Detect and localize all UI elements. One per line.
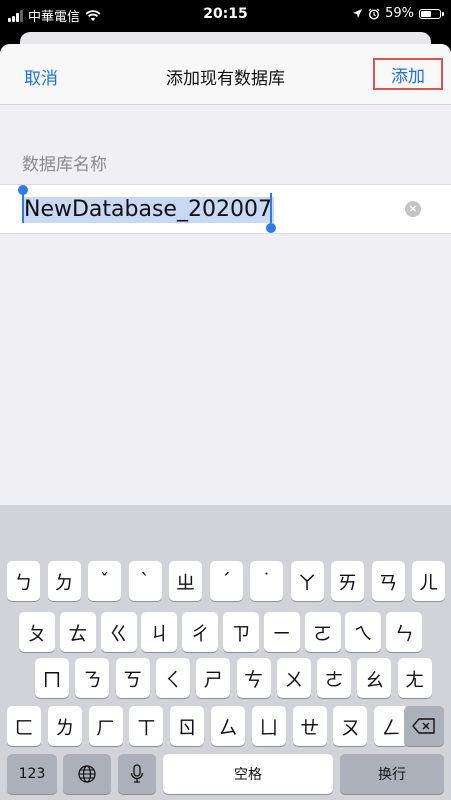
key-row4-3[interactable]: ㄏ: [88, 706, 123, 746]
status-right: 59%: [352, 6, 444, 21]
key-row1-1[interactable]: ㄅ: [7, 561, 40, 601]
add-button-label: 添加: [391, 66, 425, 87]
key-row3-7[interactable]: ㄨ: [276, 658, 311, 698]
key-row2-9[interactable]: ㄟ: [345, 612, 382, 652]
key-row1-11[interactable]: ㄦ: [412, 561, 445, 601]
key-row1-6[interactable]: ˊ: [209, 561, 243, 601]
space-key[interactable]: 空格: [163, 754, 333, 794]
keyboard-row-1: ㄅㄉ ˇ ˋ ㄓ ˊ ˙ ㄚㄞㄢㄦ: [0, 561, 451, 603]
selection-start-bar: [22, 193, 24, 223]
battery-icon: [419, 8, 444, 19]
status-bar: 中華電信 20:15 59%: [0, 0, 451, 30]
key-row1-9[interactable]: ㄞ: [331, 561, 364, 601]
microphone-icon[interactable]: [118, 754, 156, 794]
key-row1-3[interactable]: ˇ: [88, 561, 121, 601]
key-row4-1[interactable]: ㄈ: [7, 706, 41, 746]
keyboard-row-4: ㄈㄌㄏㄒㄖㄙㄩㄝㄡㄥ: [0, 706, 451, 748]
key-row3-1[interactable]: ㄇ: [35, 658, 69, 698]
key-row4-6[interactable]: ㄙ: [211, 706, 245, 746]
key-row1-4[interactable]: ˋ: [128, 561, 162, 601]
key-row4-4[interactable]: ㄒ: [129, 706, 164, 746]
key-row3-5[interactable]: ㄕ: [196, 658, 231, 698]
key-row3-4[interactable]: ㄑ: [155, 658, 190, 698]
alarm-icon: [368, 7, 380, 20]
clear-x-icon[interactable]: ×: [405, 201, 421, 217]
key-row3-2[interactable]: ㄋ: [75, 658, 110, 698]
key-row2-8[interactable]: ㄛ: [304, 612, 341, 652]
key-row2-4[interactable]: ㄐ: [141, 612, 178, 652]
key-row3-8[interactable]: ㄜ: [317, 658, 352, 698]
zhuyin-keyboard: ㄅㄉ ˇ ˋ ㄓ ˊ ˙ ㄚㄞㄢㄦ ㄆㄊㄍㄐㄔㄗㄧㄛㄟㄣ ㄇㄋㄎㄑㄕㄘㄨㄜㄠㄤ ㄈㄌㄏㄒㄖㄙ…: [0, 505, 451, 800]
key-row4-9[interactable]: ㄡ: [333, 706, 368, 746]
key-row4-2[interactable]: ㄌ: [47, 706, 82, 746]
keyboard-bottom-row: 123 空格 换行: [0, 754, 451, 796]
key-row2-6[interactable]: ㄗ: [223, 612, 259, 652]
backspace-icon[interactable]: [404, 706, 444, 746]
selection-end-bar: [270, 193, 272, 223]
key-row1-10[interactable]: ㄢ: [371, 561, 405, 601]
database-name-value[interactable]: NewDatabase_202007: [22, 197, 274, 223]
key-row2-1[interactable]: ㄆ: [19, 612, 55, 652]
key-row3-9[interactable]: ㄠ: [357, 658, 392, 698]
key-row1-8[interactable]: ㄚ: [290, 561, 324, 601]
battery-percent: 59%: [385, 6, 414, 21]
key-row2-5[interactable]: ㄔ: [182, 612, 219, 652]
add-button[interactable]: 添加: [373, 58, 443, 90]
key-row4-5[interactable]: ㄖ: [170, 706, 205, 746]
key-row1-5[interactable]: ㄓ: [169, 561, 202, 601]
keyboard-row-3: ㄇㄋㄎㄑㄕㄘㄨㄜㄠㄤ: [0, 658, 451, 700]
selection-end-handle[interactable]: [266, 223, 276, 233]
key-row2-10[interactable]: ㄣ: [386, 612, 423, 652]
key-row1-7[interactable]: ˙: [250, 561, 283, 601]
key-row2-7[interactable]: ㄧ: [263, 612, 300, 652]
numbers-key[interactable]: 123: [7, 754, 57, 794]
key-row3-6[interactable]: ㄘ: [236, 658, 271, 698]
return-key[interactable]: 换行: [340, 754, 444, 794]
database-name-label: 数据库名称: [22, 155, 107, 175]
phone-screen: 中華電信 20:15 59% 取消 添加现有数据库 添加 数据库名称 NewDa…: [0, 0, 451, 800]
globe-icon[interactable]: [63, 754, 111, 794]
key-row3-10[interactable]: ㄤ: [397, 658, 432, 698]
database-name-field[interactable]: NewDatabase_202007 ×: [0, 184, 451, 234]
key-row3-3[interactable]: ㄎ: [115, 658, 150, 698]
key-row2-3[interactable]: ㄍ: [100, 612, 137, 652]
key-row4-7[interactable]: ㄩ: [251, 706, 286, 746]
keyboard-row-2: ㄆㄊㄍㄐㄔㄗㄧㄛㄟㄣ: [0, 612, 451, 654]
location-arrow-icon: [353, 9, 363, 18]
key-row2-2[interactable]: ㄊ: [59, 612, 96, 652]
key-row1-2[interactable]: ㄉ: [47, 561, 81, 601]
key-row4-8[interactable]: ㄝ: [292, 706, 327, 746]
nav-bar: 取消 添加现有数据库 添加: [0, 44, 451, 105]
battery-fill: [421, 10, 432, 17]
